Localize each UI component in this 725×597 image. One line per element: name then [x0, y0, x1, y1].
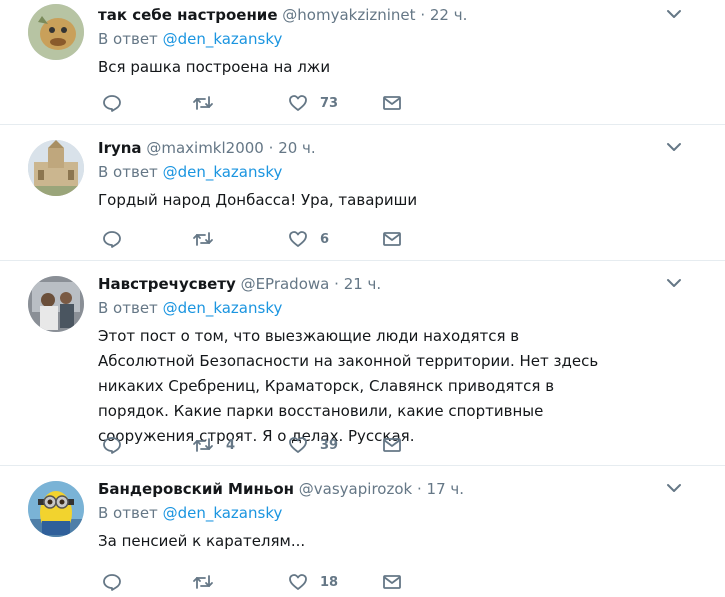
like-button[interactable]: 73: [288, 93, 338, 113]
reply-button[interactable]: [102, 229, 122, 249]
like-icon: [289, 437, 307, 453]
like-button[interactable]: 39: [288, 435, 338, 455]
author-handle[interactable]: @EPradowa: [241, 275, 330, 293]
tweet-header: так себе настроение @homyakzizninet · 22…: [98, 4, 467, 26]
retweet-button[interactable]: [192, 93, 226, 113]
tweet-header: Навстречусвету @EPradowa · 21 ч.: [98, 273, 381, 295]
reply-icon: [103, 574, 121, 591]
reply-prefix: В ответ: [98, 30, 158, 48]
tweet-actions: 6: [98, 229, 418, 249]
avatar[interactable]: [28, 276, 84, 332]
direct-message-button[interactable]: [382, 93, 402, 113]
author-name[interactable]: так себе настроение: [98, 6, 278, 24]
reply-prefix: В ответ: [98, 299, 158, 317]
direct-message-icon: [383, 232, 401, 246]
reply-button[interactable]: [102, 435, 122, 455]
avatar[interactable]: [28, 481, 84, 537]
like-count: 73: [320, 95, 339, 111]
tweet-actions: 73: [98, 93, 418, 113]
tweet[interactable]: Навстречусвету @EPradowa · 21 ч. В ответ…: [0, 273, 725, 458]
retweet-icon: [193, 96, 213, 110]
tweet[interactable]: Iryna @maximkl2000 · 20 ч. В ответ @den_…: [0, 137, 725, 255]
direct-message-icon: [383, 438, 401, 452]
reply-context: В ответ @den_kazansky: [98, 298, 282, 318]
tweet-text: Этот пост о том, что выезжающие люди нах…: [98, 327, 599, 445]
chevron-down-icon[interactable]: [666, 482, 682, 494]
tweet-header: Iryna @maximkl2000 · 20 ч.: [98, 137, 316, 159]
chevron-down-icon[interactable]: [666, 277, 682, 289]
reply-button[interactable]: [102, 93, 122, 113]
reply-context: В ответ @den_kazansky: [98, 503, 282, 523]
reply-to-link[interactable]: @den_kazansky: [163, 30, 283, 48]
timestamp[interactable]: 17 ч.: [427, 480, 465, 498]
direct-message-button[interactable]: [382, 572, 402, 592]
retweet-icon: [193, 575, 213, 589]
reply-prefix: В ответ: [98, 163, 158, 181]
reply-icon: [103, 437, 121, 454]
timestamp[interactable]: 20 ч.: [278, 139, 316, 157]
tweet-divider: [0, 465, 725, 466]
like-button[interactable]: 6: [288, 229, 329, 249]
author-name[interactable]: Навстречусвету: [98, 275, 236, 293]
reply-icon: [103, 231, 121, 248]
retweet-button[interactable]: [192, 572, 226, 592]
tweet-divider: [0, 124, 725, 125]
retweet-icon: [193, 232, 213, 246]
author-handle[interactable]: @maximkl2000: [146, 139, 264, 157]
tweet[interactable]: так себе настроение @homyakzizninet · 22…: [0, 4, 725, 122]
chevron-down-icon[interactable]: [666, 141, 682, 153]
reply-button[interactable]: [102, 572, 122, 592]
retweet-button[interactable]: [192, 229, 226, 249]
direct-message-button[interactable]: [382, 435, 402, 455]
avatar[interactable]: [28, 140, 84, 196]
reply-to-link[interactable]: @den_kazansky: [163, 299, 283, 317]
author-handle[interactable]: @homyakzizninet: [282, 6, 415, 24]
tweet-header: Бандеровский Миньон @vasyapirozok · 17 ч…: [98, 478, 464, 500]
tweet-text: Вся рашка построена на лжи: [98, 58, 331, 76]
separator: ·: [420, 6, 426, 24]
like-count: 39: [320, 437, 339, 453]
author-handle[interactable]: @vasyapirozok: [299, 480, 412, 498]
tweet-actions: 4 39: [98, 435, 418, 455]
retweet-icon: [193, 438, 213, 452]
like-icon: [289, 231, 307, 247]
tweet[interactable]: Бандеровский Миньон @vasyapirozok · 17 ч…: [0, 478, 725, 597]
separator: ·: [268, 139, 274, 157]
like-count: 18: [320, 574, 339, 590]
like-icon: [289, 95, 307, 111]
like-button[interactable]: 18: [288, 572, 338, 592]
like-count: 6: [320, 231, 330, 247]
direct-message-button[interactable]: [382, 229, 402, 249]
tweet-divider: [0, 260, 725, 261]
direct-message-icon: [383, 575, 401, 589]
timestamp[interactable]: 21 ч.: [344, 275, 382, 293]
reply-prefix: В ответ: [98, 504, 158, 522]
tweet-text: За пенсией к карателям...: [98, 532, 306, 550]
tweet-text: Гордый народ Донбасса! Ура, тавариши: [98, 191, 418, 209]
separator: ·: [416, 480, 422, 498]
retweet-button[interactable]: 4: [192, 435, 235, 455]
reply-to-link[interactable]: @den_kazansky: [163, 504, 283, 522]
timestamp[interactable]: 22 ч.: [430, 6, 468, 24]
reply-icon: [103, 95, 121, 112]
separator: ·: [334, 275, 339, 293]
author-name[interactable]: Бандеровский Миньон: [98, 480, 294, 498]
like-icon: [289, 574, 307, 590]
chevron-down-icon[interactable]: [666, 8, 682, 20]
reply-context: В ответ @den_kazansky: [98, 162, 282, 182]
tweet-actions: 18: [98, 572, 418, 592]
reply-context: В ответ @den_kazansky: [98, 29, 282, 49]
direct-message-icon: [383, 96, 401, 110]
author-name[interactable]: Iryna: [98, 139, 142, 157]
retweet-count: 4: [226, 437, 236, 453]
reply-to-link[interactable]: @den_kazansky: [163, 163, 283, 181]
avatar[interactable]: [28, 4, 84, 60]
